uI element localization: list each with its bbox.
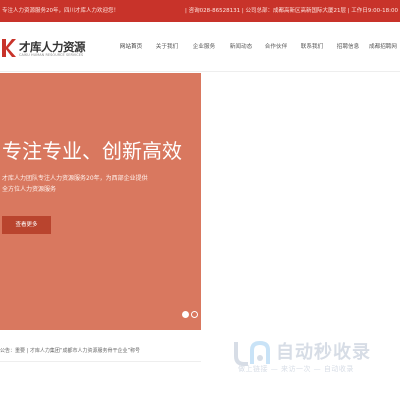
banner-headline: 专注专业、创新高效 [2, 139, 182, 163]
logo-mark-icon [2, 39, 16, 57]
nav-home[interactable]: 网站首页 [113, 22, 149, 72]
slider-pagination [182, 311, 200, 319]
main-nav: 网站首页 关于我们 企业服务 新闻动态 合作伙伴 联系我们 招聘信息 成都招聘网 [113, 22, 400, 72]
watermark: 自动秒收录 做上链接 — 来访一次 — 自动收录 [232, 334, 392, 382]
nav-jobs[interactable]: 招聘信息 [330, 22, 366, 72]
slider-dot[interactable] [191, 311, 198, 318]
watermark-title: 自动秒收录 [276, 342, 371, 363]
nav-contact[interactable]: 联系我们 [294, 22, 330, 72]
nav-partners[interactable]: 合作伙伴 [258, 22, 294, 72]
notice-bar[interactable]: 公告：重要 | 才库人力集团“成都市人力资源服务骨干企业”称号 [0, 340, 201, 362]
slider-dot-active[interactable] [182, 311, 189, 318]
site-logo[interactable]: 才库人力资源 CAIKU HUMAN RESOURCE SERVICES [2, 39, 112, 61]
view-more-button[interactable]: 查看更多 [2, 216, 51, 234]
nav-chengdu-jobs[interactable]: 成都招聘网 [365, 22, 400, 72]
watermark-subtitle: 做上链接 — 来访一次 — 自动收录 [238, 365, 354, 373]
top-info-bar: 专注人力资源服务20年，四川才库人力欢迎您！ | 咨询028-86528131 … [0, 0, 400, 22]
welcome-slogan: 专注人力资源服务20年，四川才库人力欢迎您！ [2, 8, 120, 14]
page: 专注人力资源服务20年，四川才库人力欢迎您！ | 咨询028-86528131 … [0, 0, 400, 400]
contact-info: | 咨询028-86528131 | 公司总部：成都高新区高新国际大厦21层 |… [185, 8, 398, 14]
nav-about[interactable]: 关于我们 [149, 22, 185, 72]
nav-services[interactable]: 企业服务 [186, 22, 222, 72]
site-header: 才库人力资源 CAIKU HUMAN RESOURCE SERVICES 网站首… [0, 22, 400, 72]
nav-news[interactable]: 新闻动态 [223, 22, 259, 72]
logo-english-name: CAIKU HUMAN RESOURCE SERVICES [19, 53, 84, 57]
hero-banner: 专注专业、创新高效 才库人力团队专注人力资源服务20年，为西部企业提供全方位人力… [0, 73, 201, 330]
watermark-logo-icon [234, 340, 270, 366]
banner-description: 才库人力团队专注人力资源服务20年，为西部企业提供全方位人力资源服务 [2, 175, 148, 193]
